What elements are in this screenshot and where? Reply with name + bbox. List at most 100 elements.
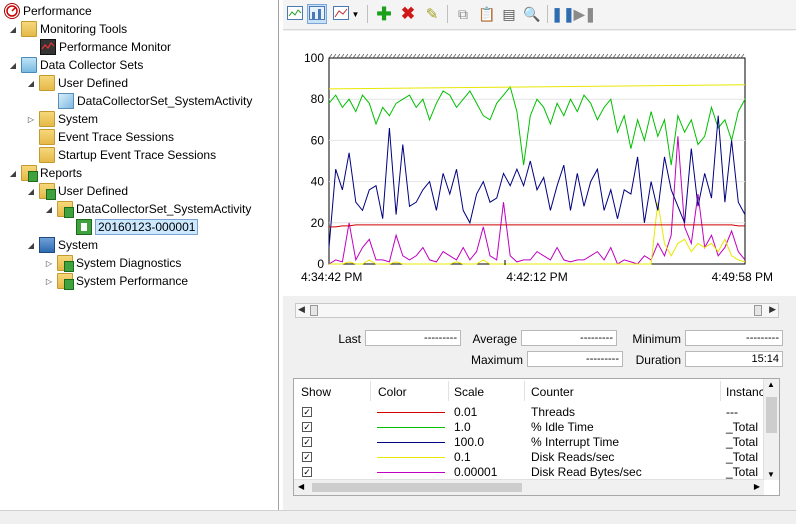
collapsed-arrow-icon[interactable]: ▷ (26, 114, 36, 124)
tree-item-event-trace-sessions[interactable]: Event Trace Sessions (39, 128, 174, 146)
tree-item-dcs-system-activity[interactable]: DataCollectorSet_SystemActivity (58, 92, 252, 110)
legend-row[interactable]: ✓ 0.00001 Disk Read Bytes/sec _Total (294, 465, 762, 480)
scroll-left-handle[interactable] (310, 305, 318, 316)
paste-counter-list-button[interactable]: 📋 (477, 4, 497, 24)
hatch-mark (336, 53, 341, 59)
update-data-icon: ▶❚ (573, 5, 597, 22)
hatch-mark (328, 53, 333, 59)
tree-item-startup-event-trace-sessions[interactable]: Startup Event Trace Sessions (39, 146, 216, 164)
column-header-scale[interactable]: Scale (454, 385, 484, 399)
time-scrollbar[interactable]: ◀ ▶ (295, 303, 779, 318)
show-checkbox[interactable]: ✓ (302, 452, 312, 462)
show-checkbox[interactable]: ✓ (302, 467, 312, 477)
tree-item-monitoring-tools[interactable]: ◢ Monitoring Tools (8, 20, 127, 38)
hatch-mark (436, 53, 441, 59)
hatch-mark (560, 53, 565, 59)
instance-name: _Total (726, 465, 759, 479)
color-swatch (377, 472, 445, 473)
update-data-button[interactable]: ▶❚ (573, 4, 597, 24)
counter-legend-table[interactable]: Show Color Scale Counter Instanc ✓ 0.01 Th… (293, 378, 780, 496)
tree-item-system-diagnostics[interactable]: ▷ System Diagnostics (44, 254, 181, 272)
report-folder-icon (57, 201, 74, 218)
expanded-arrow-icon[interactable]: ◢ (26, 240, 36, 250)
system-folder-icon (39, 111, 55, 127)
horizontal-scroll-thumb[interactable] (312, 483, 522, 492)
scroll-right-icon[interactable]: ▶ (769, 304, 776, 315)
vertical-scroll-thumb[interactable] (766, 397, 777, 433)
legend-vertical-scrollbar[interactable]: ▲ ▼ (763, 379, 779, 480)
expanded-arrow-icon[interactable]: ◢ (26, 186, 36, 196)
column-header-show[interactable]: Show (301, 385, 331, 399)
collapsed-arrow-icon[interactable]: ▷ (44, 258, 54, 268)
copy-properties-button[interactable]: ⧉ (453, 4, 473, 24)
legend-row[interactable]: ✓ 100.0 % Interrupt Time _Total (294, 435, 762, 450)
legend-row[interactable]: ✓ 0.01 Threads --- (294, 405, 762, 420)
legend-row[interactable]: ✓ 0.1 Disk Reads/sec _Total (294, 450, 762, 465)
hatch-mark (432, 53, 437, 59)
tree-item-data-collector-sets[interactable]: ◢ Data Collector Sets (8, 56, 143, 74)
freeze-display-button[interactable]: ❚❚ (551, 4, 574, 24)
tree-item-system[interactable]: ▷ System (26, 110, 98, 128)
legend-horizontal-scrollbar[interactable]: ◀ ▶ (294, 479, 764, 495)
tree-item-report-20160123-000001[interactable]: 20160123-000001 (76, 218, 199, 236)
hatch-mark (580, 53, 585, 59)
user-report-folder-icon (39, 183, 56, 200)
change-graph-type-icon (332, 5, 349, 23)
view-graph-button[interactable] (285, 4, 305, 24)
minimum-label: Minimum (632, 332, 681, 346)
hatch-mark (572, 53, 577, 59)
tree-item-label: Data Collector Sets (40, 58, 144, 72)
scroll-left-icon[interactable]: ◀ (298, 304, 305, 315)
zoom-button[interactable]: 🔍 (522, 4, 542, 24)
y-tick-label: 40 (311, 175, 325, 189)
view-histogram-button[interactable] (307, 4, 327, 24)
show-checkbox[interactable]: ✓ (302, 422, 312, 432)
tree-item-label: DataCollectorSet_SystemActivity (77, 94, 253, 108)
column-header-instance[interactable]: Instanc (726, 385, 765, 399)
scroll-left-icon[interactable]: ◀ (298, 482, 304, 491)
add-counter-button[interactable]: ✚ (374, 4, 394, 24)
scroll-up-icon[interactable]: ▲ (767, 380, 775, 389)
column-header-counter[interactable]: Counter (531, 385, 574, 399)
tree-item-reports-user-defined[interactable]: ◢ User Defined (26, 182, 128, 200)
tree-item-user-defined[interactable]: ◢ User Defined (26, 74, 128, 92)
properties-button[interactable]: ▤ (499, 4, 519, 24)
hatch-mark (544, 53, 549, 59)
tree-item-reports-dcs-system-activity[interactable]: ◢ DataCollectorSet_SystemActivity (44, 200, 251, 218)
column-header-color[interactable]: Color (378, 385, 407, 399)
zoom-icon: 🔍 (523, 5, 541, 22)
scroll-right-handle[interactable] (754, 305, 762, 316)
report-folder-icon (57, 255, 74, 272)
tree-item-system-performance[interactable]: ▷ System Performance (44, 272, 188, 290)
hatch-mark (608, 53, 613, 59)
tree-item-performance-monitor[interactable]: Performance Monitor (40, 38, 171, 56)
show-checkbox[interactable]: ✓ (302, 407, 312, 417)
folder-icon (21, 57, 37, 73)
tree-item-reports-system[interactable]: ◢ System (26, 236, 98, 254)
hatch-mark (408, 53, 413, 59)
change-graph-type-button[interactable]: ▼ (331, 4, 361, 24)
expanded-arrow-icon[interactable]: ◢ (8, 60, 18, 70)
hatch-mark (556, 53, 561, 59)
hatch-mark (504, 53, 509, 59)
expanded-arrow-icon[interactable]: ◢ (8, 24, 18, 34)
hatch-mark (416, 53, 421, 59)
show-checkbox[interactable]: ✓ (302, 437, 312, 447)
tree-item-reports[interactable]: ◢ Reports (8, 164, 82, 182)
collapsed-arrow-icon[interactable]: ▷ (44, 276, 54, 286)
expanded-arrow-icon[interactable]: ◢ (44, 204, 54, 214)
delete-counter-button[interactable]: ✖ (398, 4, 418, 24)
graph-area[interactable]: 100 80 60 40 20 0 4:34:42 PM 4:42:12 PM 4:49:58 … (283, 31, 796, 296)
hatch-mark (424, 53, 429, 59)
highlight-button[interactable]: ✎ (422, 4, 442, 24)
legend-row[interactable]: ✓ 1.0 % Idle Time _Total (294, 420, 762, 435)
navigation-tree[interactable]: Performance ◢ Monitoring Tools Performan… (0, 0, 279, 510)
tree-item-performance[interactable]: Performance (4, 2, 92, 20)
hatch-mark (652, 53, 657, 59)
hatch-mark (364, 53, 369, 59)
tree-item-label: Event Trace Sessions (58, 130, 175, 144)
expanded-arrow-icon[interactable]: ◢ (8, 168, 18, 178)
scroll-down-icon[interactable]: ▼ (767, 470, 775, 479)
scroll-right-icon[interactable]: ▶ (754, 482, 760, 491)
expanded-arrow-icon[interactable]: ◢ (26, 78, 36, 88)
